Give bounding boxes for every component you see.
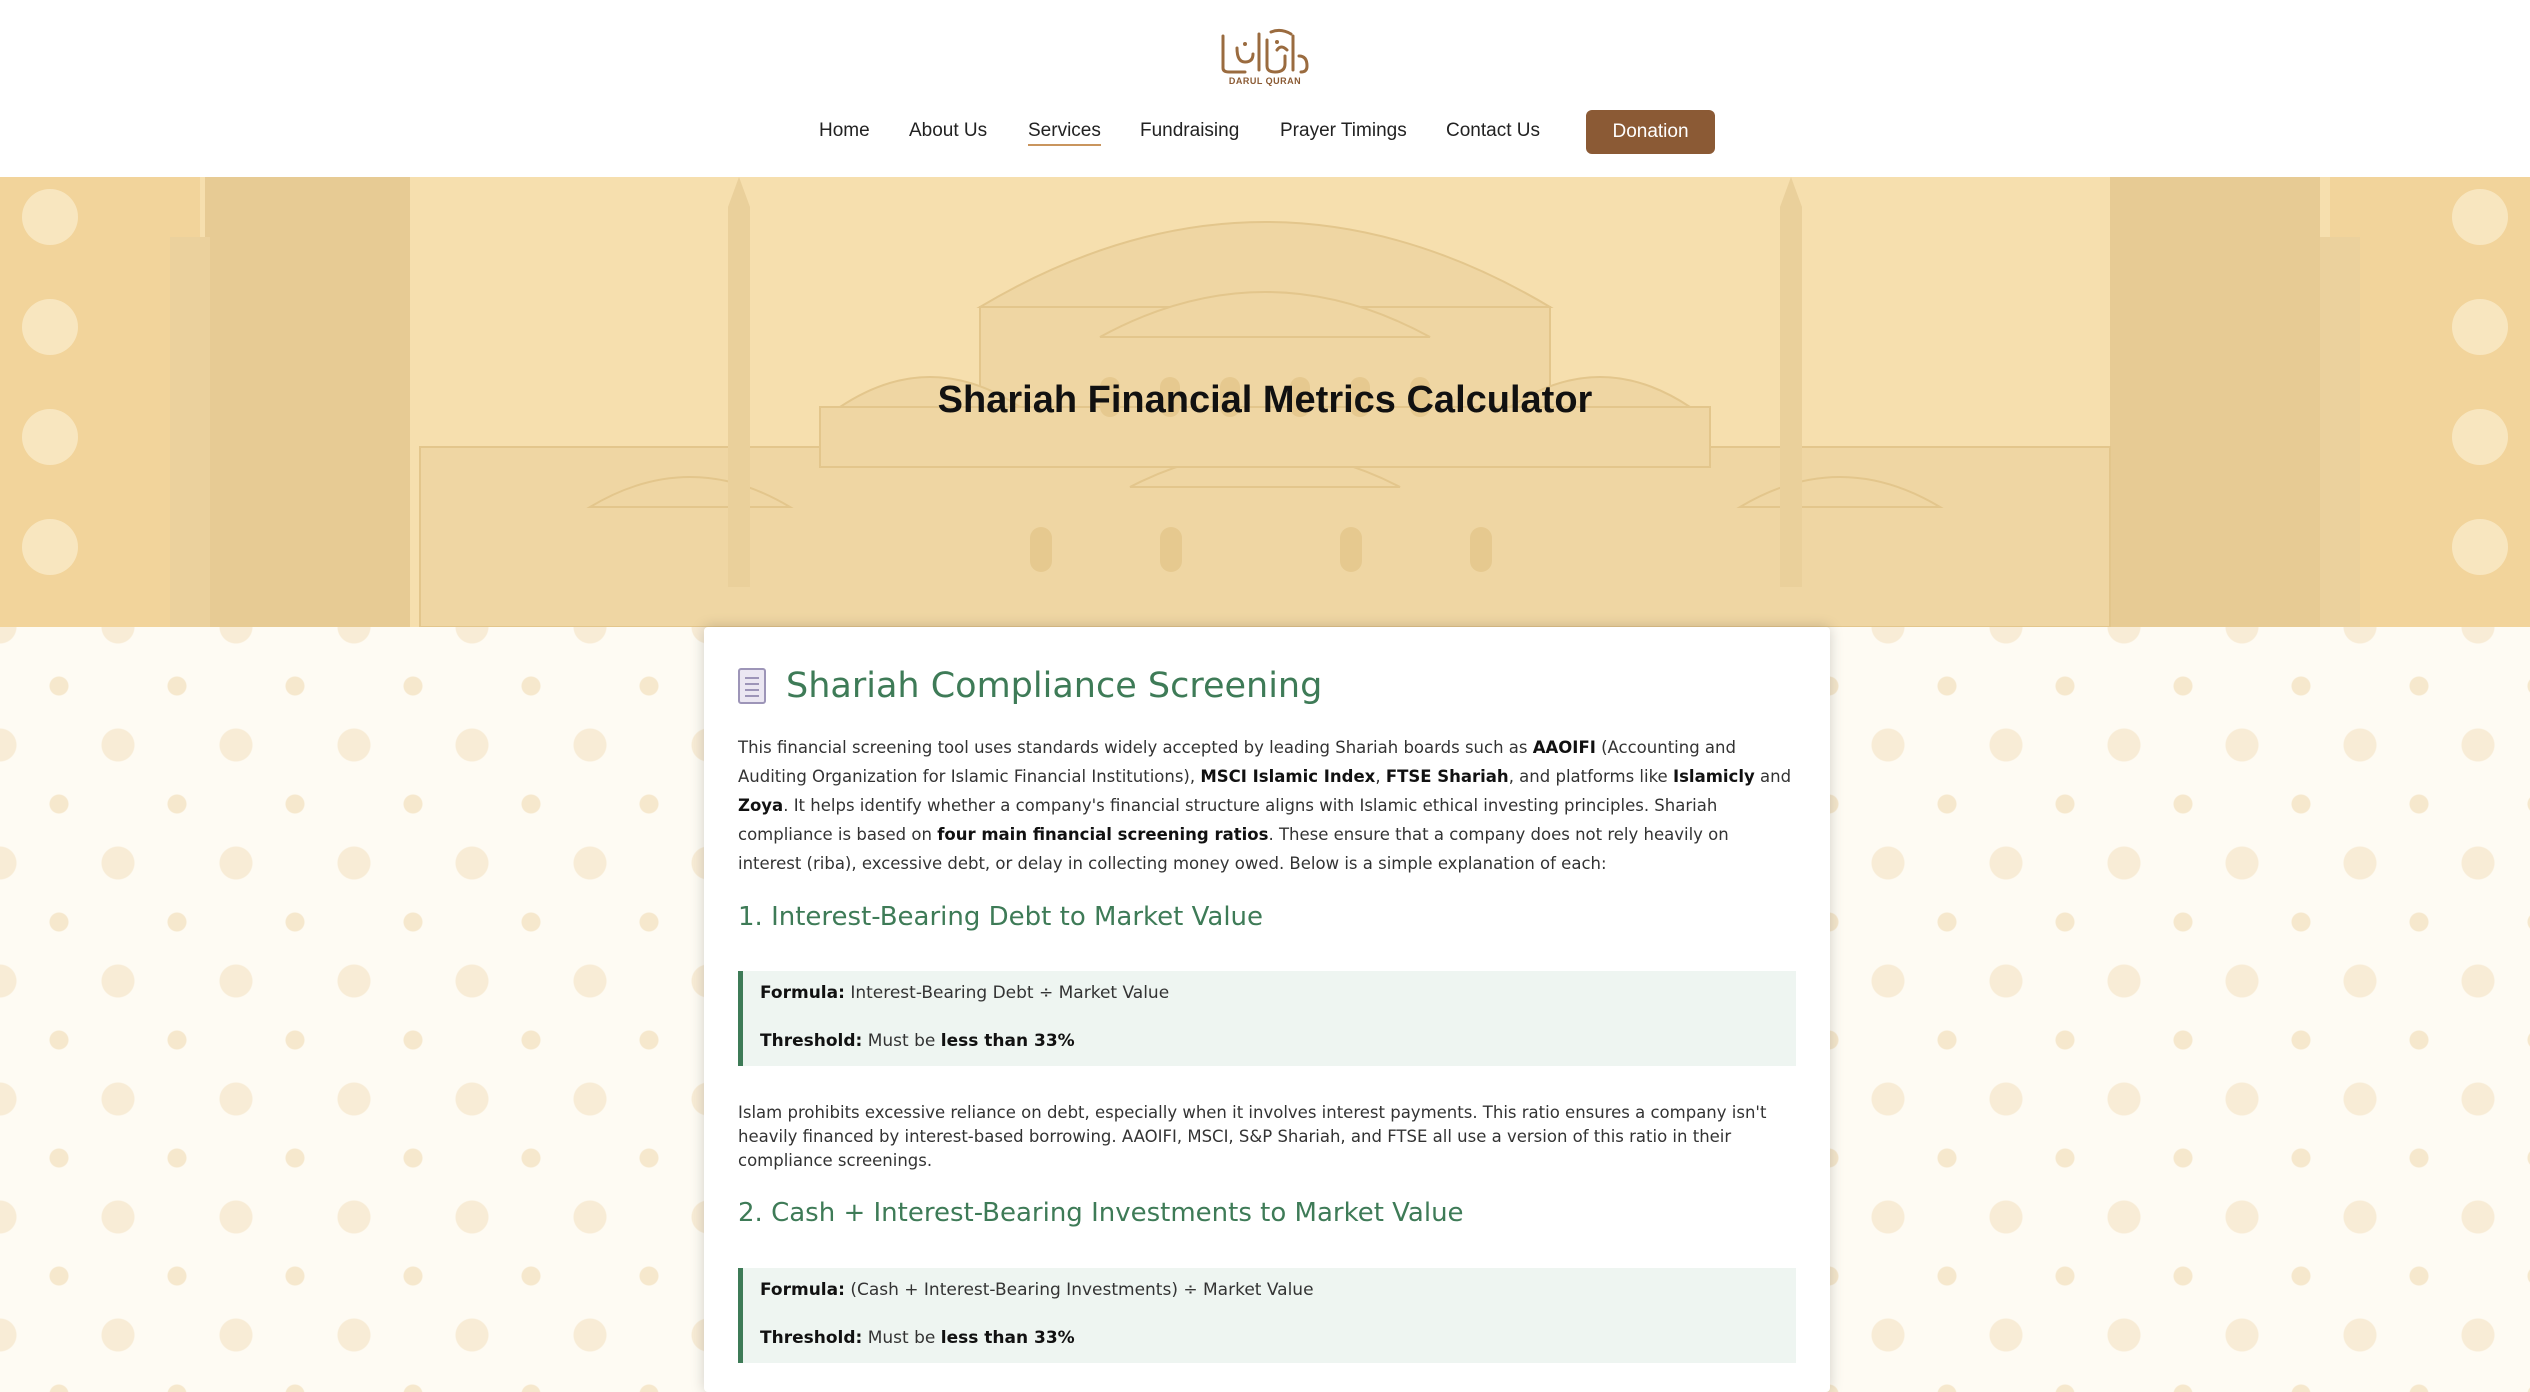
site-header: DARUL QURAN Home About Us Services Fundr…: [0, 0, 2530, 177]
logo-text: DARUL QURAN: [1228, 76, 1302, 86]
hero-banner: Shariah Financial Metrics Calculator: [0, 177, 2530, 627]
threshold-prefix: Must be: [867, 1031, 936, 1051]
intro-bold-term: MSCI Islamic Index: [1200, 767, 1376, 786]
page-title: Shariah Financial Metrics Calculator: [937, 379, 1593, 421]
logo-calligraphy-icon: [1221, 28, 1309, 74]
section-title-text: Shariah Compliance Screening: [786, 666, 1323, 706]
nav-contact-us[interactable]: Contact Us: [1446, 120, 1540, 142]
nav-prayer-timings[interactable]: Prayer Timings: [1280, 120, 1407, 142]
formula-row: Formula: (Cash + Interest-Bearing Invest…: [760, 1280, 1314, 1300]
threshold-value: less than 33%: [940, 1031, 1075, 1051]
ratio-heading-2: 2. Cash + Interest-Bearing Investments t…: [738, 1198, 1464, 1228]
threshold-prefix: Must be: [867, 1328, 936, 1348]
intro-bold-term: Zoya: [738, 796, 784, 815]
formula-label: Formula:: [760, 983, 845, 1003]
formula-text: (Cash + Interest-Bearing Investments) ÷ …: [850, 1280, 1314, 1300]
intro-bold-term: AAOIFI: [1532, 738, 1596, 757]
formula-label: Formula:: [760, 1280, 845, 1300]
intro-bold-term: Islamicly: [1672, 767, 1755, 786]
threshold-value: less than 33%: [940, 1328, 1075, 1348]
formula-box-2: Formula: (Cash + Interest-Bearing Invest…: [738, 1268, 1796, 1363]
nav-services[interactable]: Services: [1028, 120, 1101, 146]
intro-paragraph: This financial screening tool uses stand…: [738, 738, 1792, 873]
nav-about-us[interactable]: About Us: [909, 120, 987, 142]
document-icon: [738, 668, 766, 704]
threshold-label: Threshold:: [760, 1031, 863, 1051]
formula-row: Formula: Interest-Bearing Debt ÷ Market …: [760, 983, 1169, 1003]
intro-bold-term: FTSE Shariah: [1385, 767, 1509, 786]
section-title: Shariah Compliance Screening: [738, 661, 1322, 711]
nav-home[interactable]: Home: [819, 120, 870, 142]
ratio-heading-1: 1. Interest-Bearing Debt to Market Value: [738, 902, 1264, 932]
threshold-row: Threshold: Must be less than 33%: [760, 1328, 1075, 1348]
ratio-explanation-1: Islam prohibits excessive reliance on de…: [738, 1103, 1767, 1170]
nav-fundraising[interactable]: Fundraising: [1140, 120, 1239, 142]
formula-box-1: Formula: Interest-Bearing Debt ÷ Market …: [738, 971, 1796, 1066]
threshold-row: Threshold: Must be less than 33%: [760, 1031, 1075, 1051]
intro-bold-term: four main financial screening ratios: [937, 825, 1269, 844]
threshold-label: Threshold:: [760, 1328, 863, 1348]
formula-text: Interest-Bearing Debt ÷ Market Value: [850, 983, 1170, 1003]
site-logo[interactable]: DARUL QURAN: [1215, 26, 1315, 90]
donation-button[interactable]: Donation: [1586, 110, 1715, 154]
main-nav: Home About Us Services Fundraising Praye…: [0, 110, 2530, 156]
content-card: Shariah Compliance Screening This financ…: [704, 627, 1830, 1392]
